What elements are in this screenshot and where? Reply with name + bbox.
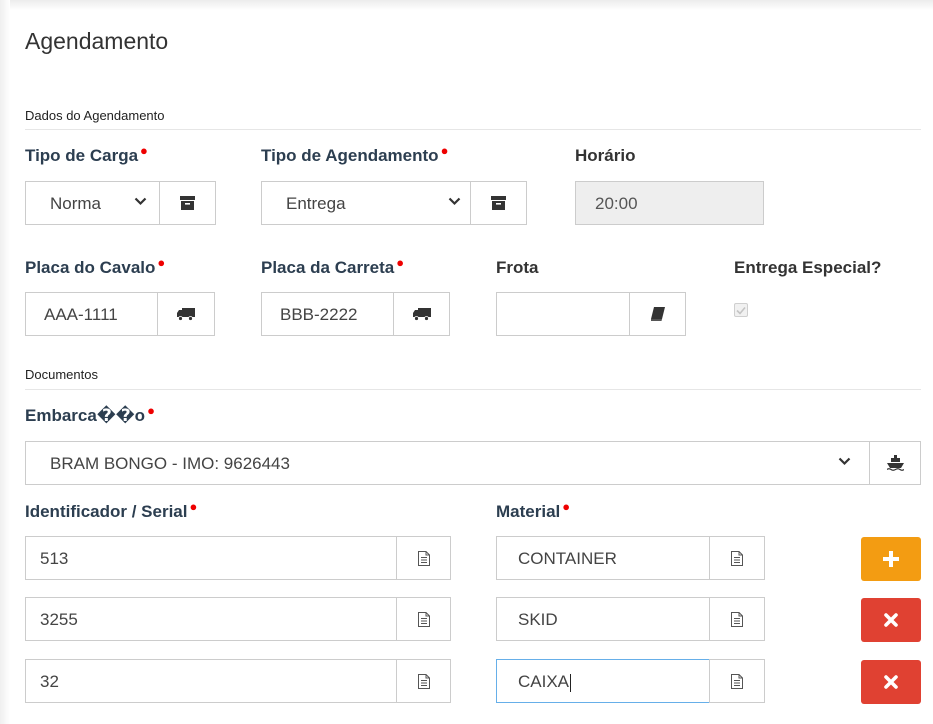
chevron-down-icon bbox=[134, 194, 147, 209]
serial-value: 3255 bbox=[40, 610, 78, 629]
frota-addon[interactable] bbox=[629, 292, 686, 336]
file-text-icon bbox=[417, 611, 430, 627]
frota-label: Frota bbox=[496, 258, 539, 277]
file-text-icon bbox=[417, 550, 430, 566]
serial-input[interactable]: 3255 bbox=[25, 597, 397, 641]
serial-input[interactable]: 32 bbox=[25, 659, 397, 703]
material-input[interactable]: SKID bbox=[496, 597, 710, 641]
text-caret bbox=[570, 673, 572, 692]
tipo-agendamento-label: Tipo de Agendamento ● bbox=[261, 143, 449, 165]
file-text-icon bbox=[417, 673, 430, 689]
chevron-down-icon bbox=[448, 194, 461, 209]
placa-carreta-input[interactable]: BBB-2222 bbox=[261, 292, 394, 336]
horario-value: 20:00 bbox=[595, 194, 638, 213]
tipo-agendamento-select[interactable]: Entrega bbox=[261, 181, 471, 225]
chevron-down-icon bbox=[838, 454, 851, 469]
embarcacao-label: Embarca��o ● bbox=[25, 403, 155, 425]
entrega-especial-label: Entrega Especial? bbox=[734, 258, 882, 277]
section-divider bbox=[25, 129, 921, 130]
tipo-agendamento-addon[interactable] bbox=[470, 181, 527, 225]
serial-addon[interactable] bbox=[396, 536, 451, 580]
horario-label: Horário bbox=[575, 146, 636, 165]
serial-addon[interactable] bbox=[396, 659, 451, 703]
placa-carreta-label: Placa da Carreta ● bbox=[261, 255, 405, 277]
entrega-especial-checkbox[interactable] bbox=[734, 303, 748, 317]
tipo-carga-label: Tipo de Carga ● bbox=[25, 143, 148, 165]
delete-row-button[interactable] bbox=[861, 598, 921, 642]
placa-cavalo-addon[interactable] bbox=[157, 292, 215, 336]
placa-cavalo-label: Placa do Cavalo ● bbox=[25, 255, 166, 277]
check-icon bbox=[736, 306, 746, 315]
times-icon bbox=[884, 613, 898, 627]
archive-icon bbox=[180, 196, 195, 210]
material-addon[interactable] bbox=[709, 659, 765, 703]
serial-input[interactable]: 513 bbox=[25, 536, 397, 580]
ship-icon bbox=[886, 455, 904, 471]
file-text-icon bbox=[731, 611, 743, 627]
section-heading-agendamento: Dados do Agendamento bbox=[25, 108, 165, 123]
tipo-agendamento-value: Entrega bbox=[286, 194, 346, 213]
material-input[interactable]: CAIXA bbox=[496, 659, 710, 703]
serial-value: 513 bbox=[40, 549, 69, 568]
add-row-button[interactable] bbox=[861, 537, 921, 581]
tipo-carga-addon[interactable] bbox=[159, 181, 216, 225]
placa-carreta-value: BBB-2222 bbox=[280, 305, 358, 324]
identificador-label: Identificador / Serial ● bbox=[25, 499, 198, 521]
times-icon bbox=[884, 675, 898, 689]
section-heading-documentos: Documentos bbox=[25, 367, 98, 382]
file-text-icon bbox=[731, 550, 743, 566]
placa-cavalo-input[interactable]: AAA-1111 bbox=[25, 292, 158, 336]
book-icon bbox=[650, 306, 665, 321]
top-shadow bbox=[0, 0, 933, 10]
page-title: Agendamento bbox=[25, 28, 169, 54]
section-divider bbox=[25, 389, 921, 390]
file-text-icon bbox=[731, 673, 743, 689]
frota-input[interactable] bbox=[496, 292, 630, 336]
truck-icon bbox=[412, 307, 431, 321]
material-value: SKID bbox=[518, 610, 558, 629]
material-label: Material ● bbox=[496, 499, 571, 521]
material-value: CONTAINER bbox=[518, 549, 617, 568]
material-addon[interactable] bbox=[709, 536, 765, 580]
material-input[interactable]: CONTAINER bbox=[496, 536, 710, 580]
plus-icon bbox=[883, 551, 899, 567]
embarcacao-addon[interactable] bbox=[869, 441, 921, 485]
truck-icon bbox=[177, 307, 195, 321]
placa-cavalo-value: AAA-1111 bbox=[44, 305, 118, 324]
horario-input[interactable]: 20:00 bbox=[575, 181, 764, 225]
embarcacao-select[interactable]: BRAM BONGO - IMO: 9626443 bbox=[25, 441, 870, 485]
serial-value: 32 bbox=[40, 672, 59, 691]
serial-addon[interactable] bbox=[396, 597, 451, 641]
placa-carreta-addon[interactable] bbox=[393, 292, 450, 336]
archive-icon bbox=[491, 196, 506, 210]
tipo-carga-select[interactable]: Norma bbox=[25, 181, 160, 225]
material-addon[interactable] bbox=[709, 597, 765, 641]
delete-row-button[interactable] bbox=[861, 660, 921, 704]
material-value: CAIXA bbox=[518, 672, 572, 692]
tipo-carga-value: Norma bbox=[50, 194, 102, 213]
left-shadow bbox=[0, 0, 10, 724]
embarcacao-value: BRAM BONGO - IMO: 9626443 bbox=[50, 454, 290, 473]
